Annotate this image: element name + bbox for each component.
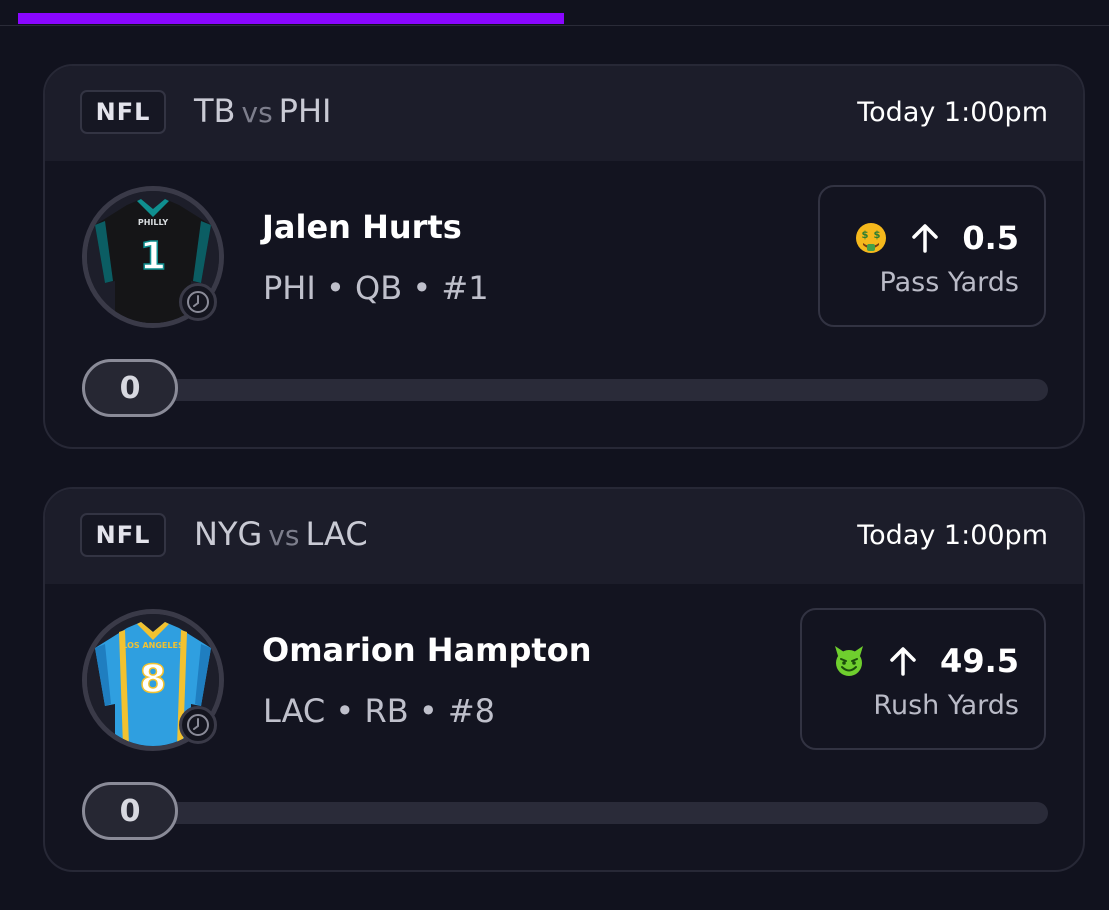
game-time: Today 1:00pm	[857, 520, 1048, 551]
away-team: NYG	[194, 515, 263, 553]
clock-icon	[179, 283, 217, 321]
vs-label: vs	[241, 96, 273, 129]
arrow-up-icon	[890, 647, 916, 676]
svg-text:$: $	[874, 230, 881, 241]
arrow-up-icon	[912, 224, 939, 253]
top-progress-track	[0, 25, 1109, 26]
league-badge: NFL	[80, 513, 166, 557]
player-name[interactable]: Omarion Hampton	[262, 631, 591, 669]
prop-card[interactable]: NFL TB vs PHI Today 1:00pm PHILLY 1 Jale…	[43, 64, 1085, 449]
matchup: TB vs PHI	[194, 92, 331, 130]
stat-type: Rush Yards	[873, 690, 1019, 721]
picks-screen: NFL TB vs PHI Today 1:00pm PHILLY 1 Jale…	[0, 0, 1109, 910]
away-team: TB	[194, 92, 236, 130]
game-header: NFL TB vs PHI Today 1:00pm	[45, 66, 1083, 161]
home-team: LAC	[305, 515, 368, 553]
svg-text:$: $	[862, 230, 869, 241]
jersey-number: 8	[140, 657, 166, 701]
game-time: Today 1:00pm	[857, 97, 1048, 128]
stat-progress-value: 0	[82, 359, 178, 417]
pick-line-box[interactable]: $ $ 0.5 Pass Yards	[818, 185, 1046, 327]
pick-line-box[interactable]: 49.5 Rush Yards	[800, 608, 1046, 750]
prop-card[interactable]: NFL NYG vs LAC Today 1:00pm LOS ANGELES 8	[43, 487, 1085, 872]
jersey-number: 1	[140, 234, 166, 278]
stat-progress-track	[105, 802, 1048, 824]
money-mouth-face-icon: $ $	[856, 223, 887, 253]
player-meta: PHI • QB • #1	[263, 269, 489, 307]
home-team: PHI	[278, 92, 332, 130]
line-value: 49.5	[940, 642, 1019, 680]
jersey-text: PHILLY	[138, 218, 168, 227]
matchup: NYG vs LAC	[194, 515, 368, 553]
line-value: 0.5	[962, 219, 1019, 257]
vs-label: vs	[268, 519, 300, 552]
pick-line-row: 49.5	[832, 642, 1019, 680]
top-progress-bar	[18, 13, 564, 24]
jersey-text: LOS ANGELES	[122, 641, 184, 650]
game-header: NFL NYG vs LAC Today 1:00pm	[45, 489, 1083, 584]
smiling-devil-face-icon	[835, 646, 864, 676]
player-meta: LAC • RB • #8	[263, 692, 496, 730]
stat-progress-value: 0	[82, 782, 178, 840]
stat-type: Pass Yards	[879, 267, 1019, 298]
clock-icon	[179, 706, 217, 744]
league-badge: NFL	[80, 90, 166, 134]
stat-progress-track	[105, 379, 1048, 401]
pick-line-row: $ $ 0.5	[854, 219, 1019, 257]
player-name[interactable]: Jalen Hurts	[262, 208, 462, 246]
